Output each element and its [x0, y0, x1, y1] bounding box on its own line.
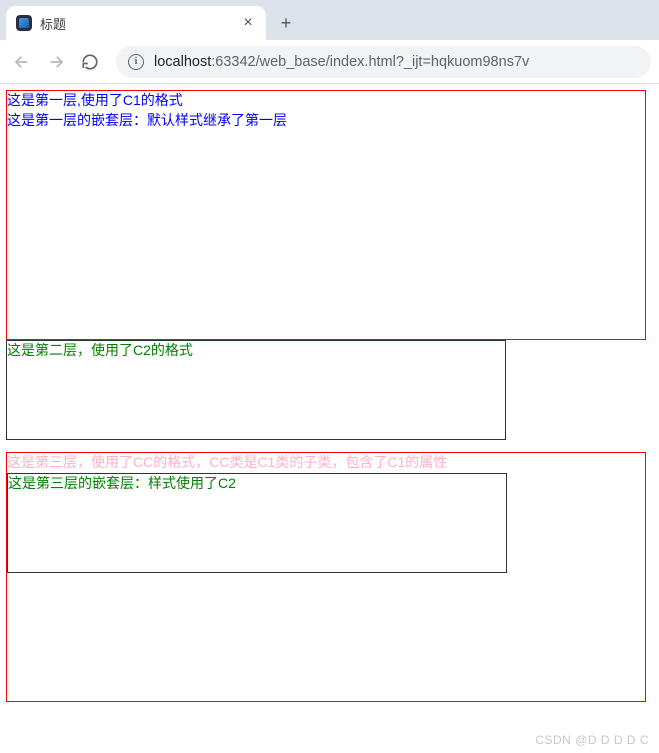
close-icon[interactable]: × — [240, 14, 256, 32]
watermark: CSDN @D D D D C — [535, 733, 649, 747]
back-button[interactable] — [8, 48, 36, 76]
reload-icon — [81, 53, 99, 71]
tab-bar: 标题 × + — [0, 0, 659, 40]
layer3-text: 这是第三层，使用了CC的格式，CC类是C1类的子类，包含了C1的属性 — [7, 454, 447, 470]
tab-title: 标题 — [40, 14, 232, 33]
browser-tab[interactable]: 标题 × — [6, 6, 266, 40]
layer2-text: 这是第二层，使用了C2的格式 — [7, 342, 193, 358]
new-tab-button[interactable]: + — [272, 9, 300, 37]
layer3-nested-text: 这是第三层的嵌套层：样式使用了C2 — [8, 475, 236, 491]
layer1-text: 这是第一层,使用了C1的格式 — [7, 92, 183, 108]
layer3-nested-box: 这是第三层的嵌套层：样式使用了C2 — [7, 473, 507, 573]
arrow-left-icon — [13, 53, 31, 71]
address-bar[interactable]: i localhost:63342/web_base/index.html?_i… — [116, 46, 651, 78]
url-text: localhost:63342/web_base/index.html?_ijt… — [154, 54, 529, 70]
url-path: /web_base/index.html?_ijt=hqkuom98ns7v — [256, 54, 530, 70]
reload-button[interactable] — [76, 48, 104, 76]
toolbar: i localhost:63342/web_base/index.html?_i… — [0, 40, 659, 84]
arrow-right-icon — [47, 53, 65, 71]
url-host: localhost — [154, 54, 211, 70]
layer2-box: 这是第二层，使用了C2的格式 — [6, 340, 506, 440]
viewport: 这是第一层,使用了C1的格式 这是第一层的嵌套层：默认样式继承了第一层 这是第二… — [0, 84, 659, 708]
forward-button[interactable] — [42, 48, 70, 76]
layer1-box: 这是第一层,使用了C1的格式 这是第一层的嵌套层：默认样式继承了第一层 — [6, 90, 646, 340]
favicon-icon — [16, 15, 32, 31]
layer1-nested: 这是第一层的嵌套层：默认样式继承了第一层 — [7, 111, 645, 131]
url-port: :63342 — [211, 54, 255, 70]
site-info-icon[interactable]: i — [128, 54, 144, 70]
spacer — [6, 440, 653, 452]
layer3-box: 这是第三层，使用了CC的格式，CC类是C1类的子类，包含了C1的属性 这是第三层… — [6, 452, 646, 702]
